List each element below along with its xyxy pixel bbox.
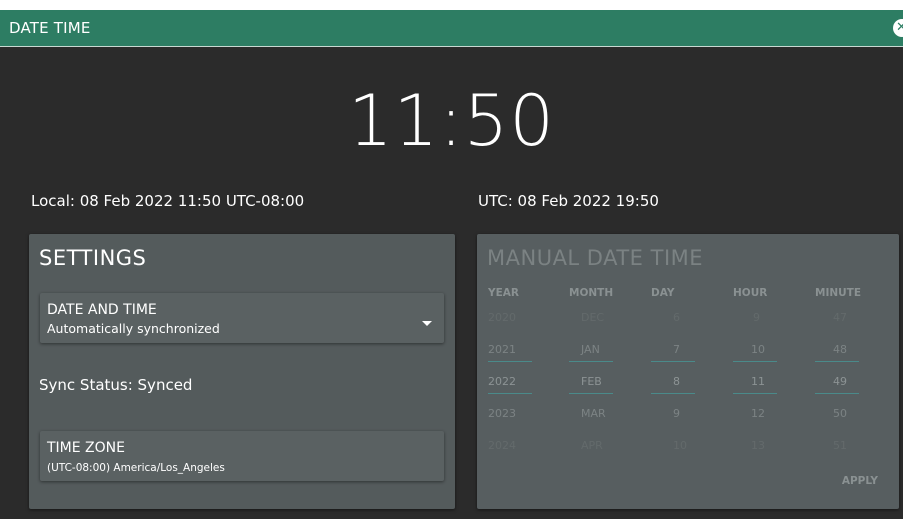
settings-panel: SETTINGS DATE AND TIME Automatically syn… [29,234,455,509]
minute-option[interactable]: 47 [815,302,885,334]
date-time-window: DATE TIME ✕ 11:50 Local: 08 Feb 2022 11:… [0,10,903,519]
time-zone-value: (UTC-08:00) America/Los_Angeles [47,462,225,474]
clock-display: 11:50 [348,80,555,162]
day-option[interactable]: 10 [651,430,721,462]
month-option[interactable]: JAN [569,334,639,366]
minute-option[interactable]: 51 [815,430,885,462]
date-and-time-value: Automatically synchronized [47,321,220,336]
year-option[interactable]: 2023 [488,398,558,430]
year-option[interactable]: 2021 [488,334,558,366]
hour-option[interactable]: 12 [733,398,803,430]
date-and-time-select[interactable]: DATE AND TIME Automatically synchronized [40,293,444,343]
month-option[interactable]: MAR [569,398,639,430]
close-icon[interactable]: ✕ [893,19,903,37]
day-option[interactable]: 9 [651,398,721,430]
year-column[interactable]: YEAR 2020 2021 2022 2023 2024 [488,284,558,462]
day-header: DAY [651,287,675,299]
settings-title: SETTINGS [39,246,147,270]
month-column[interactable]: MONTH DEC JAN FEB MAR APR [569,284,639,462]
hour-option[interactable]: 10 [733,334,803,366]
day-option[interactable]: 7 [651,334,721,366]
hour-option[interactable]: 13 [733,430,803,462]
manual-date-time-title: MANUAL DATE TIME [487,246,704,270]
month-header: MONTH [569,287,614,299]
sync-status-text: Sync Status: Synced [39,376,193,394]
day-option-selected[interactable]: 8 [651,366,721,398]
hour-option[interactable]: 9 [733,302,803,334]
chevron-down-icon[interactable] [422,321,432,326]
minute-option-selected[interactable]: 49 [815,366,885,398]
title-bar: DATE TIME ✕ [0,10,903,47]
date-and-time-label: DATE AND TIME [47,302,157,318]
hour-header: HOUR [733,287,768,299]
time-zone-label: TIME ZONE [47,440,125,456]
minute-option[interactable]: 50 [815,398,885,430]
month-option[interactable]: DEC [569,302,639,334]
hour-option-selected[interactable]: 11 [733,366,803,398]
utc-time-text: UTC: 08 Feb 2022 19:50 [478,192,659,210]
manual-date-time-panel: MANUAL DATE TIME YEAR 2020 2021 2022 202… [477,234,899,509]
year-option[interactable]: 2020 [488,302,558,334]
local-time-text: Local: 08 Feb 2022 11:50 UTC-08:00 [31,192,305,210]
day-column[interactable]: DAY 6 7 8 9 10 [651,284,721,462]
day-option[interactable]: 6 [651,302,721,334]
apply-button[interactable]: APPLY [842,475,878,487]
year-option-selected[interactable]: 2022 [488,366,558,398]
hour-column[interactable]: HOUR 9 10 11 12 13 [733,284,803,462]
minute-column[interactable]: MINUTE 47 48 49 50 51 [815,284,885,462]
minute-header: MINUTE [815,287,862,299]
time-zone-select[interactable]: TIME ZONE (UTC-08:00) America/Los_Angele… [40,431,444,481]
minute-option[interactable]: 48 [815,334,885,366]
month-option[interactable]: APR [569,430,639,462]
year-option[interactable]: 2024 [488,430,558,462]
year-header: YEAR [488,287,519,299]
window-title: DATE TIME [9,19,91,37]
month-option-selected[interactable]: FEB [569,366,639,398]
